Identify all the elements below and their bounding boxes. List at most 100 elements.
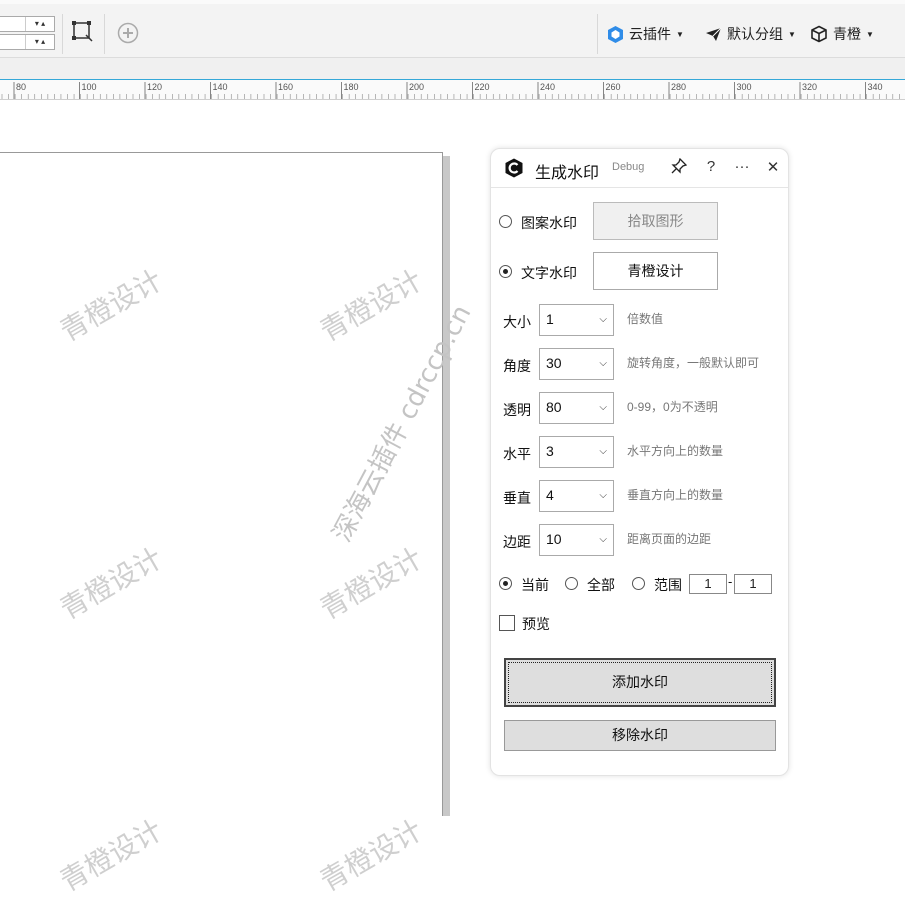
bounding-box-icon[interactable] [71, 20, 93, 48]
watermark-text: 青橙设计 [314, 263, 429, 348]
app-logo-icon [505, 158, 523, 178]
user-menu[interactable]: 青橙 ▼ [810, 22, 874, 46]
pattern-watermark-label: 图案水印 [521, 215, 577, 231]
field-select[interactable]: 3 ⌵ [539, 436, 614, 468]
ruler-tick-label: 80 [16, 82, 27, 92]
chevron-down-icon: ⌵ [599, 490, 607, 501]
ruler-tick-label: 120 [147, 82, 163, 92]
chevron-down-icon: ⌵ [599, 446, 607, 457]
chevron-down-icon: ⌵ [599, 534, 607, 545]
ruler-tick-label: 300 [736, 82, 752, 92]
chevron-down-icon: ▼ [676, 29, 684, 39]
pick-shape-button[interactable]: 拾取图形 [593, 202, 718, 240]
text-watermark-radio[interactable] [499, 265, 512, 278]
ruler-tick-label: 240 [540, 82, 556, 92]
range-to-input[interactable]: 1 [734, 574, 772, 594]
field-label: 角度 [503, 358, 531, 374]
horizontal-ruler[interactable]: 80 100 120 140 160 180 200 220 240 260 280 300 320 34… [0, 79, 905, 100]
ruler-tick-label: 100 [81, 82, 97, 92]
field-select[interactable]: 30 ⌵ [539, 348, 614, 380]
field-hint: 旋转角度，一般默认即可 [627, 356, 760, 370]
field-hint: 0-99，0为不透明 [627, 400, 718, 414]
preview-checkbox[interactable] [499, 615, 515, 631]
panel-header: 生成水印 Debug ? ··· ✕ [491, 149, 788, 188]
preview-label: 预览 [522, 616, 550, 632]
panel-title: 生成水印 [535, 165, 600, 182]
debug-label: Debug [612, 161, 645, 173]
cloud-plugin-icon [608, 25, 623, 43]
ruler-ticks [1, 82, 900, 99]
watermark-text: 青橙设计 [314, 541, 429, 626]
scope-all-label: 全部 [587, 577, 615, 593]
field-hint: 垂直方向上的数量 [627, 488, 724, 502]
toolbar-separator [104, 14, 105, 54]
watermark-text: 青橙设计 [54, 813, 169, 898]
scope-range-label: 范围 [654, 577, 682, 593]
ruler-tick-label: 140 [212, 82, 228, 92]
send-icon [706, 27, 722, 41]
chevron-down-icon: ⌵ [599, 314, 607, 325]
watermark-panel: 生成水印 Debug ? ··· ✕ 图案水印 拾取图形 文字水印 青橙设计 大… [490, 148, 789, 776]
field-select[interactable]: 10 ⌵ [539, 524, 614, 556]
ruler-tick-label: 160 [278, 82, 294, 92]
cloud-plugin-menu[interactable]: 云插件 ▼ [607, 22, 684, 46]
watermark-text: 青橙设计 [54, 263, 169, 348]
field-select[interactable]: 1 ⌵ [539, 304, 614, 336]
field-value: 3 [546, 443, 554, 459]
field-value: 4 [546, 487, 554, 503]
range-separator: - [728, 574, 733, 589]
default-group-menu[interactable]: 默认分组 ▼ [705, 22, 796, 46]
field-select[interactable]: 4 ⌵ [539, 480, 614, 512]
field-label: 水平 [503, 446, 531, 462]
pattern-watermark-radio[interactable] [499, 215, 512, 228]
chevron-down-icon: ▼ [788, 29, 796, 39]
more-options-button[interactable]: ··· [732, 158, 752, 175]
page-shadow [443, 156, 450, 816]
ruler-tick-label: 220 [474, 82, 490, 92]
toolbar-separator [62, 14, 63, 54]
field-value: 1 [546, 311, 554, 327]
chevron-down-icon: ⌵ [599, 402, 607, 413]
scope-all-radio[interactable] [565, 577, 578, 590]
spin-input-top[interactable]: ▾ ▴ [0, 16, 55, 32]
ruler-tick-label: 340 [867, 82, 883, 92]
watermark-text-input[interactable]: 青橙设计 [593, 252, 718, 290]
field-value: 30 [546, 355, 562, 371]
spin-top-arrows[interactable]: ▾ ▴ [25, 17, 54, 31]
spin-bottom-arrows[interactable]: ▾ ▴ [25, 35, 54, 49]
pin-icon[interactable] [669, 157, 689, 178]
chevron-down-icon: ▼ [866, 29, 874, 39]
field-hint: 倍数值 [627, 312, 664, 326]
watermark-text: 青橙设计 [314, 813, 429, 898]
toolbar-separator [597, 14, 598, 54]
add-circle-icon[interactable] [117, 22, 139, 50]
field-label: 垂直 [503, 490, 531, 506]
scope-current-radio[interactable] [499, 577, 512, 590]
field-label: 大小 [503, 314, 531, 330]
default-group-label: 默认分组 [727, 26, 783, 42]
field-hint: 水平方向上的数量 [627, 444, 724, 458]
remove-watermark-button[interactable]: 移除水印 [504, 720, 776, 751]
close-button[interactable]: ✕ [763, 158, 783, 176]
ruler-tick-label: 200 [409, 82, 425, 92]
chevron-down-icon: ⌵ [599, 358, 607, 369]
cube-icon [811, 25, 827, 43]
text-watermark-label: 文字水印 [521, 265, 577, 281]
field-hint: 距离页面的边距 [627, 532, 712, 546]
field-select[interactable]: 80 ⌵ [539, 392, 614, 424]
ruler-tick-label: 180 [343, 82, 359, 92]
scope-current-label: 当前 [521, 577, 549, 593]
ruler-area: 80 100 120 140 160 180 200 220 240 260 280 300 320 34… [0, 58, 905, 100]
top-toolbar: ▾ ▴ ▾ ▴ 云插件 ▼ 默认分组 ▼ 青橙 ▼ [0, 0, 905, 58]
help-button[interactable]: ? [701, 158, 721, 175]
watermark-text: 青橙设计 [54, 541, 169, 626]
scope-range-radio[interactable] [632, 577, 645, 590]
spin-input-bottom[interactable]: ▾ ▴ [0, 34, 55, 50]
add-watermark-button[interactable]: 添加水印 [504, 658, 776, 707]
field-value: 80 [546, 399, 562, 415]
field-label: 透明 [503, 402, 531, 418]
field-label: 边距 [503, 534, 531, 550]
ruler-tick-label: 280 [671, 82, 687, 92]
range-from-input[interactable]: 1 [689, 574, 727, 594]
ruler-tick-label: 320 [802, 82, 818, 92]
